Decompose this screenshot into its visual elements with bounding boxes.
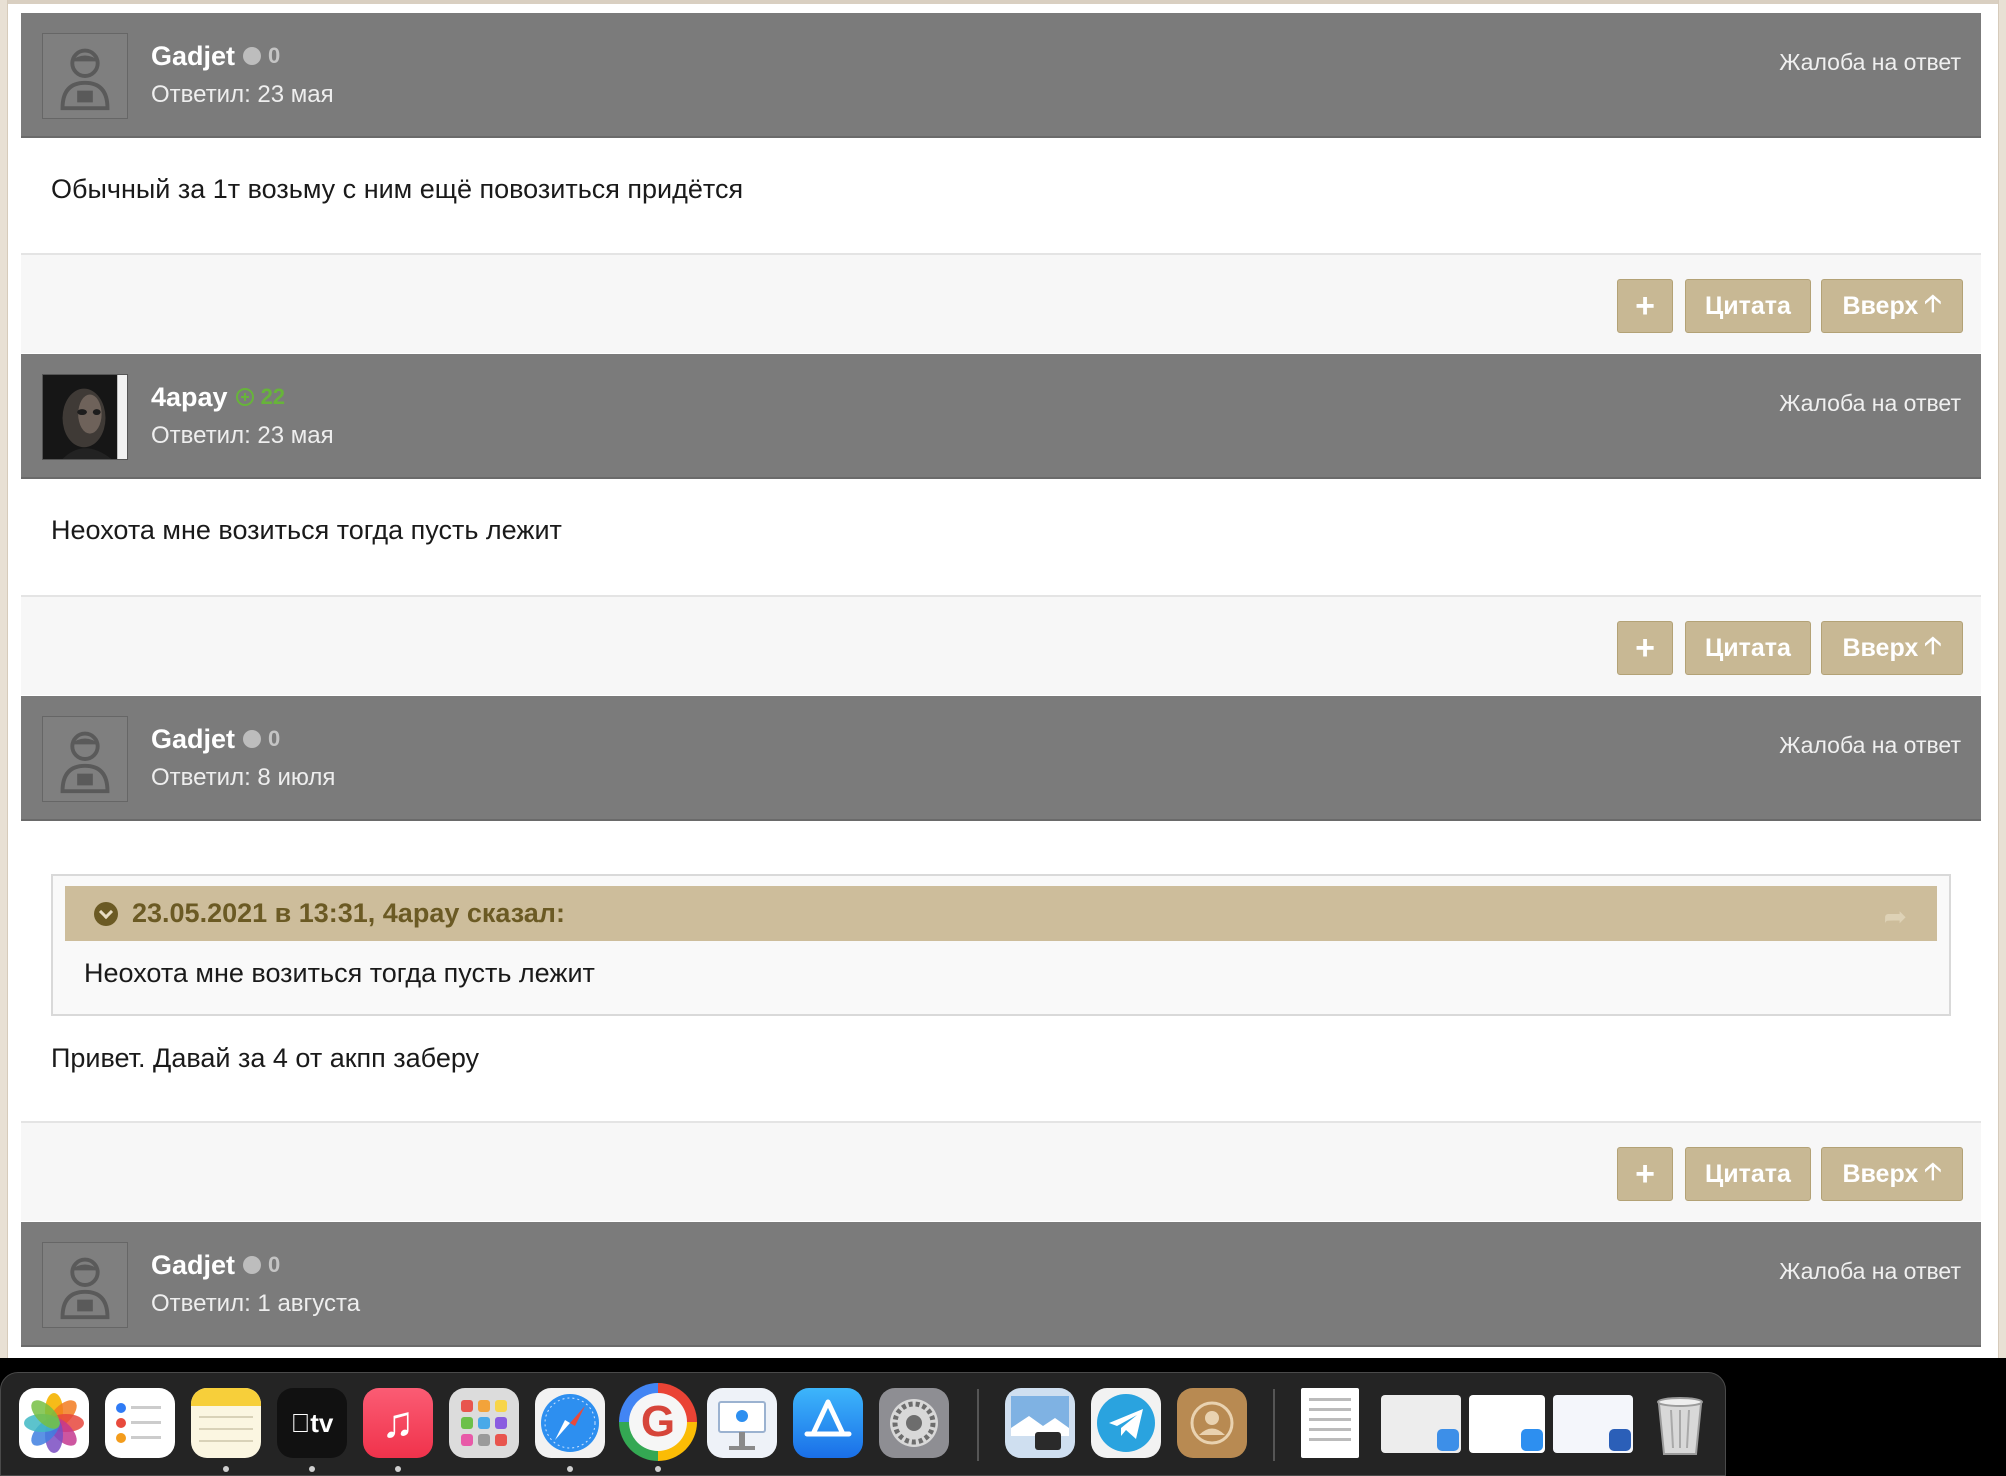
default-avatar-icon[interactable]: [42, 33, 128, 119]
forum-page: Gadjet 0 Ответил: 23 мая Жалоба на ответ…: [0, 0, 2006, 1476]
post-header: Gadjet 0 Ответил: 1 августа Жалоба на от…: [21, 1222, 1981, 1347]
username-link[interactable]: Gadjet: [151, 724, 235, 755]
trash-icon[interactable]: [1645, 1388, 1715, 1458]
username-link[interactable]: Gadjet: [151, 1250, 235, 1281]
running-indicator: [395, 1466, 401, 1472]
plus-button[interactable]: +: [1617, 279, 1673, 333]
default-avatar-icon[interactable]: [42, 716, 128, 802]
post-text: Обычный за 1т возьму с ним ещё повозитьс…: [51, 174, 744, 204]
post-header: Gadjet 0 Ответил: 8 июля Жалоба на ответ: [21, 696, 1981, 821]
reminders-icon[interactable]: [105, 1388, 175, 1458]
share-arrow-icon[interactable]: ➦: [1884, 900, 1907, 933]
safari-icon[interactable]: [535, 1388, 605, 1458]
reputation-badge: 0: [243, 43, 280, 69]
contacts-icon[interactable]: [1177, 1388, 1247, 1458]
quote-header[interactable]: 23.05.2021 в 13:31, 4apay сказал: ➦: [65, 886, 1937, 941]
reply-date: Ответил: 8 июля: [151, 764, 336, 791]
reputation-neutral-icon: [243, 47, 262, 65]
scroll-up-button[interactable]: Вверх 🡡: [1821, 621, 1963, 675]
post-actions-bar: + Цитата Вверх 🡡: [21, 255, 1981, 353]
reputation-neutral-icon: [243, 730, 262, 748]
post-header: Gadjet 0 Ответил: 23 мая Жалоба на ответ: [21, 13, 1981, 138]
post-header: 4apay 22 Ответил: 23 мая Жалоба на ответ: [21, 354, 1981, 479]
plus-button[interactable]: +: [1617, 621, 1673, 675]
notes-icon[interactable]: [191, 1388, 261, 1458]
running-indicator: [567, 1466, 573, 1472]
running-indicator: [309, 1466, 315, 1472]
username-link[interactable]: 4apay: [151, 382, 228, 413]
reply-date: Ответил: 23 мая: [151, 81, 334, 108]
system-preferences-icon[interactable]: [879, 1388, 949, 1458]
launchpad-icon[interactable]: [449, 1388, 519, 1458]
document-icon[interactable]: [1301, 1388, 1359, 1458]
finder-window-icon[interactable]: [1381, 1395, 1461, 1453]
default-avatar-icon[interactable]: [42, 1242, 128, 1328]
dock-separator: [1273, 1389, 1275, 1461]
quote-button[interactable]: Цитата: [1685, 621, 1811, 675]
photos-icon[interactable]: [19, 1388, 89, 1458]
mail-window-icon[interactable]: [1469, 1395, 1545, 1453]
scroll-up-label: Вверх: [1842, 291, 1919, 320]
scroll-up-button[interactable]: Вверх 🡡: [1821, 279, 1963, 333]
quote-text: Неохота мне возиться тогда пусть лежит: [84, 958, 595, 988]
telegram-icon[interactable]: [1091, 1388, 1161, 1458]
post-text: Привет. Давай за 4 от акпп заберу: [51, 1043, 480, 1073]
macos-dock: tv ♫ G: [0, 1372, 1726, 1476]
browser-frame-top: [0, 0, 2006, 4]
complaint-link[interactable]: Жалоба на ответ: [1779, 1258, 1961, 1285]
app-store-icon[interactable]: [793, 1388, 863, 1458]
browser-frame-right: [1998, 0, 2006, 1358]
arrow-up-icon: 🡡: [1924, 289, 1942, 317]
apple-tv-icon[interactable]: tv: [277, 1388, 347, 1458]
reputation-count: 0: [268, 43, 281, 68]
complaint-link[interactable]: Жалоба на ответ: [1779, 390, 1961, 417]
quote-button[interactable]: Цитата: [1685, 1147, 1811, 1201]
chevron-down-icon[interactable]: [94, 901, 118, 926]
scroll-up-label: Вверх: [1842, 1159, 1919, 1188]
music-icon[interactable]: ♫: [363, 1388, 433, 1458]
dock-separator: [977, 1389, 979, 1461]
post-actions-bar: + Цитата Вверх 🡡: [21, 597, 1981, 695]
reputation-plus-icon: [235, 388, 254, 406]
username-link[interactable]: Gadjet: [151, 41, 235, 72]
reputation-count: 0: [268, 726, 281, 751]
plus-button[interactable]: +: [1617, 1147, 1673, 1201]
post-text: Неохота мне возиться тогда пусть лежит: [51, 515, 562, 545]
quote-button[interactable]: Цитата: [1685, 279, 1811, 333]
reputation-count: 22: [260, 384, 286, 409]
complaint-link[interactable]: Жалоба на ответ: [1779, 49, 1961, 76]
keynote-icon[interactable]: [707, 1388, 777, 1458]
reply-date: Ответил: 23 мая: [151, 422, 334, 449]
running-indicator: [655, 1466, 661, 1472]
user-avatar[interactable]: [42, 374, 128, 460]
browser-frame-left: [0, 0, 8, 1358]
arrow-up-icon: 🡡: [1924, 1157, 1942, 1185]
apple-tv-label: tv: [300, 1407, 333, 1438]
preview-icon[interactable]: [1005, 1388, 1075, 1458]
post-actions-bar: + Цитата Вверх 🡡: [21, 1123, 1981, 1221]
reputation-badge: 0: [243, 1252, 280, 1278]
quote-block: 23.05.2021 в 13:31, 4apay сказал: ➦ Неох…: [51, 874, 1951, 1016]
complaint-link[interactable]: Жалоба на ответ: [1779, 732, 1961, 759]
scroll-up-button[interactable]: Вверх 🡡: [1821, 1147, 1963, 1201]
google-chrome-icon[interactable]: G: [619, 1383, 697, 1461]
reputation-badge: 0: [243, 726, 280, 752]
reputation-badge: 22: [235, 384, 286, 410]
running-indicator: [223, 1466, 229, 1472]
reputation-count: 0: [268, 1252, 281, 1277]
word-window-icon[interactable]: [1553, 1395, 1633, 1453]
quote-author[interactable]: 23.05.2021 в 13:31, 4apay сказал:: [132, 898, 565, 929]
reputation-neutral-icon: [243, 1256, 262, 1274]
reply-date: Ответил: 1 августа: [151, 1290, 361, 1317]
scroll-up-label: Вверх: [1842, 633, 1919, 662]
arrow-up-icon: 🡡: [1924, 631, 1942, 659]
